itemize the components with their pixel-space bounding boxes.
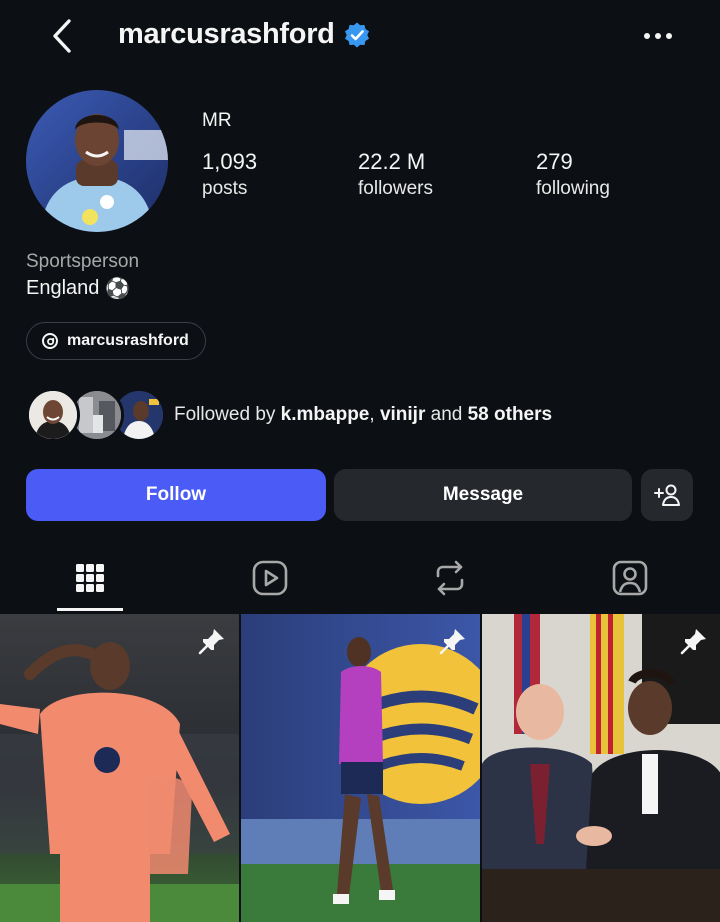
- display-name: MR: [202, 110, 232, 131]
- post-grid: [0, 614, 720, 922]
- pinned-post-icon: [198, 629, 224, 655]
- chevron-left-icon: [53, 19, 71, 53]
- bio-text: England: [26, 277, 100, 299]
- tagged-icon: [612, 560, 648, 596]
- posts-label: posts: [202, 178, 248, 199]
- more-horizontal-icon: [644, 33, 672, 39]
- tab-reels[interactable]: [225, 548, 315, 608]
- tab-grid[interactable]: [45, 548, 135, 608]
- threads-handle: marcusrashford: [67, 332, 189, 349]
- top-bar: marcusrashford: [0, 0, 720, 72]
- mutual-user-kmbappe: k.mbappe: [280, 404, 370, 425]
- tab-tagged[interactable]: [585, 548, 675, 608]
- following-label: following: [536, 178, 610, 199]
- following-count: 279: [536, 149, 573, 174]
- profile-tabs: [0, 548, 720, 614]
- threads-icon: [42, 333, 58, 349]
- more-options-button[interactable]: [638, 18, 678, 54]
- threads-link-chip[interactable]: marcusrashford: [26, 322, 206, 360]
- add-person-icon: [654, 484, 680, 506]
- username: marcusrashford: [118, 18, 335, 50]
- post-thumbnail-2[interactable]: [241, 614, 480, 922]
- message-button[interactable]: Message: [334, 469, 632, 521]
- mutual-avatar-1: [26, 388, 80, 442]
- followers-label: followers: [358, 178, 433, 199]
- pinned-post-icon: [439, 629, 465, 655]
- post-thumbnail-1[interactable]: [0, 614, 239, 922]
- verified-badge-icon: [343, 21, 371, 49]
- active-tab-indicator: [57, 608, 123, 611]
- following-stat[interactable]: 279 following: [536, 150, 610, 202]
- pinned-post-icon: [680, 629, 706, 655]
- followers-count: 22.2 M: [358, 149, 426, 174]
- follow-button[interactable]: Follow: [26, 469, 326, 521]
- post-thumbnail-3[interactable]: [482, 614, 720, 922]
- soccer-ball-emoji: ⚽: [105, 278, 131, 300]
- posts-stat[interactable]: 1,093 posts: [202, 150, 257, 202]
- message-label: Message: [442, 484, 524, 505]
- follow-label: Follow: [145, 484, 207, 505]
- mutual-user-vinijr: vinijr: [379, 404, 426, 425]
- back-button[interactable]: [42, 16, 82, 56]
- profile-category: Sportsperson: [26, 251, 140, 272]
- tab-reposts[interactable]: [405, 548, 495, 608]
- mutual-others-count: 58 others: [467, 404, 553, 425]
- followed-by-text: Followed by k.mbappe, vinijr and 58 othe…: [174, 404, 553, 425]
- followers-stat[interactable]: 22.2 M followers: [358, 150, 433, 202]
- username-header: marcusrashford: [118, 18, 371, 51]
- reposts-icon: [436, 560, 464, 596]
- profile-avatar[interactable]: [26, 90, 168, 232]
- posts-count: 1,093: [202, 149, 258, 174]
- mutual-followers[interactable]: Followed by k.mbappe, vinijr and 58 othe…: [26, 388, 706, 442]
- suggested-users-button[interactable]: [641, 469, 693, 521]
- reels-icon: [252, 560, 288, 596]
- grid-icon: [76, 564, 104, 592]
- bio: England ⚽: [26, 276, 130, 301]
